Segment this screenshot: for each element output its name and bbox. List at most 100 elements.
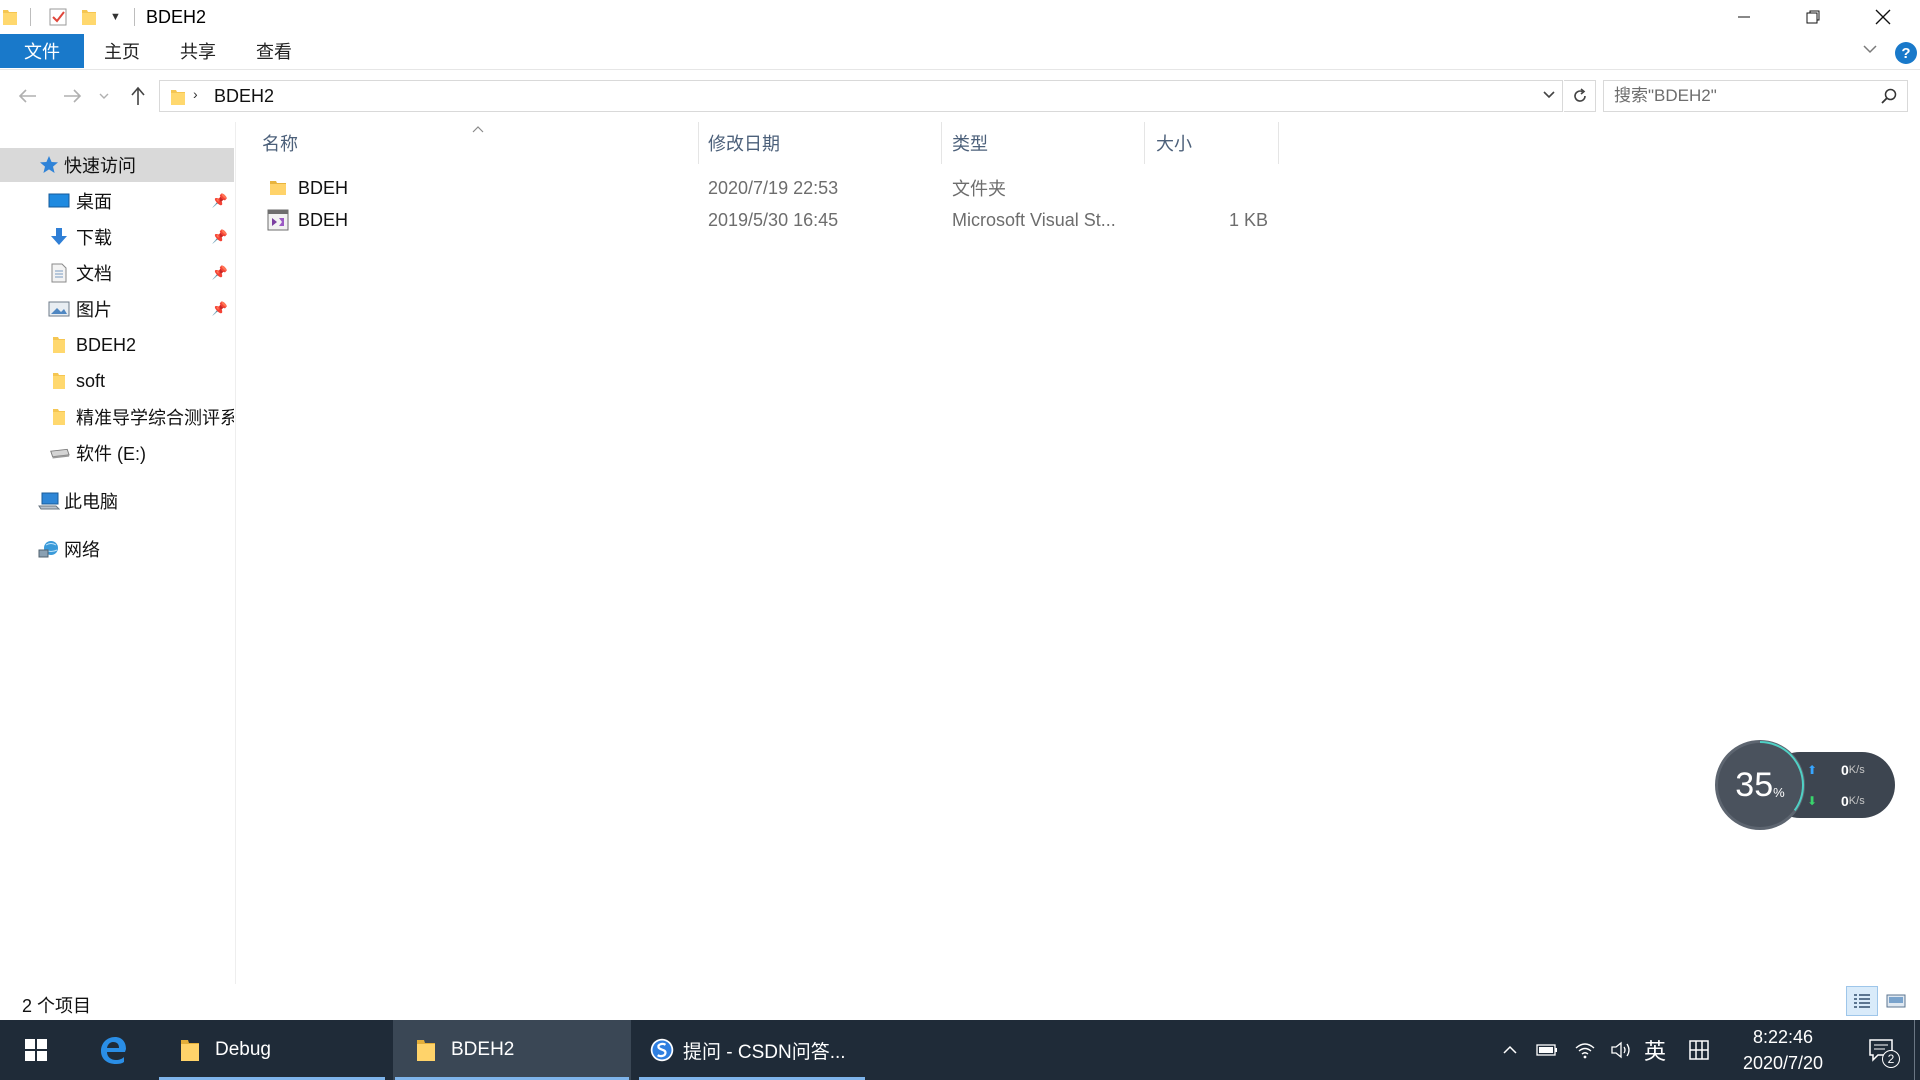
sidebar-item-this-pc[interactable]: 此电脑 <box>0 484 234 518</box>
large-icons-view-button[interactable] <box>1880 986 1912 1016</box>
taskbar-app-bdeh2[interactable]: BDEH2 <box>393 1020 631 1080</box>
sidebar-item-bdeh2[interactable]: BDEH2 <box>0 328 234 362</box>
taskbar-app-csdn[interactable]: 提问 - CSDN问答... <box>637 1020 867 1080</box>
sidebar-item-quick-access[interactable]: 快速访问 <box>0 148 234 182</box>
action-center-button[interactable]: 2 <box>1856 1020 1906 1080</box>
table-row[interactable]: BDEH 2019/5/30 16:45 Microsoft Visual St… <box>236 204 1920 236</box>
up-button[interactable] <box>124 82 152 110</box>
sidebar-item-pictures[interactable]: 图片 📌 <box>0 292 234 326</box>
folder-icon[interactable] <box>2 5 18 29</box>
taskbar-app-debug[interactable]: Debug <box>157 1020 387 1080</box>
sidebar-item-label: 软件 (E:) <box>76 444 146 464</box>
breadcrumb-current[interactable]: BDEH2 <box>214 86 274 107</box>
input-method-indicator[interactable]: 英 <box>1640 1020 1670 1080</box>
forward-button[interactable] <box>58 82 86 110</box>
sidebar-item-documents[interactable]: 文档 📌 <box>0 256 234 290</box>
customize-toolbar-dropdown-icon[interactable]: ▼ <box>110 5 121 29</box>
chevron-down-icon <box>1543 91 1555 99</box>
system-clock[interactable]: 8:22:46 2020/7/20 <box>1718 1024 1848 1076</box>
wifi-icon[interactable] <box>1568 1020 1602 1080</box>
volume-icon[interactable] <box>1604 1020 1638 1080</box>
pin-icon[interactable]: 📌 <box>212 300 228 318</box>
sidebar-item-label: BDEH2 <box>76 334 137 355</box>
refresh-button[interactable] <box>1564 80 1596 112</box>
folder-icon <box>48 370 70 392</box>
show-hidden-icons-button[interactable] <box>1496 1020 1524 1080</box>
search-input[interactable] <box>1614 85 1864 107</box>
details-view-icon <box>1854 994 1870 1008</box>
battery-icon[interactable] <box>1530 1020 1564 1080</box>
pin-icon[interactable]: 📌 <box>212 192 228 210</box>
list-column-headers: 名称 修改日期 类型 大小 <box>236 122 1920 164</box>
gauge-ring <box>1716 741 1804 829</box>
star-icon <box>38 154 60 176</box>
network-speed-widget[interactable]: ⬆ 0 K/s ⬇ 0 K/s 35 % <box>1715 740 1895 832</box>
file-name-cell[interactable]: BDEH <box>266 172 348 204</box>
details-view-button[interactable] <box>1846 986 1878 1016</box>
tab-view[interactable]: 查看 <box>246 34 302 68</box>
column-header-type[interactable]: 类型 <box>922 122 1126 164</box>
file-name: BDEH <box>298 177 349 198</box>
column-header-name[interactable]: 名称 <box>232 122 708 164</box>
restore-icon <box>1806 10 1820 24</box>
download-arrow-icon: ⬇ <box>1807 794 1818 808</box>
large-icons-view-icon <box>1886 994 1906 1008</box>
show-desktop-button[interactable] <box>1914 1020 1915 1080</box>
sidebar-item-label: 精准导学综合测评系 <box>76 408 234 428</box>
search-box[interactable] <box>1603 80 1908 112</box>
chevron-down-icon <box>99 93 109 99</box>
visual-studio-solution-icon <box>266 208 290 232</box>
column-header-date[interactable]: 修改日期 <box>678 122 922 164</box>
table-row[interactable]: BDEH 2020/7/19 22:53 文件夹 <box>236 172 1920 204</box>
ime-mode-icon[interactable] <box>1682 1020 1716 1080</box>
file-name-cell[interactable]: BDEH <box>266 204 348 236</box>
title-bar: ▼ BDEH2 <box>0 0 1920 34</box>
item-count: 2 个项目 <box>22 996 92 1016</box>
edge-browser-button[interactable] <box>80 1020 146 1080</box>
restore-button[interactable] <box>1778 0 1848 34</box>
help-icon[interactable]: ? <box>1895 42 1917 64</box>
tab-share[interactable]: 共享 <box>170 34 226 68</box>
sidebar-item-soft[interactable]: soft <box>0 364 234 398</box>
back-button[interactable] <box>14 82 42 110</box>
column-header-size[interactable]: 大小 <box>1126 122 1258 164</box>
sidebar-item-label: 桌面 <box>76 192 112 212</box>
sidebar-item-desktop[interactable]: 桌面 📌 <box>0 184 234 218</box>
sidebar-item-downloads[interactable]: 下载 📌 <box>0 220 234 254</box>
breadcrumb-separator-icon[interactable]: › <box>193 86 198 102</box>
address-bar[interactable]: › BDEH2 <box>159 80 1563 112</box>
windows-logo-icon <box>25 1039 47 1061</box>
drive-icon <box>48 442 70 464</box>
tab-home[interactable]: 主页 <box>94 34 150 68</box>
tab-file[interactable]: 文件 <box>0 34 84 68</box>
sidebar-item-network[interactable]: 网络 <box>0 532 234 566</box>
address-history-button[interactable] <box>1542 87 1556 103</box>
pin-icon[interactable]: 📌 <box>212 228 228 246</box>
properties-icon[interactable] <box>48 5 68 29</box>
file-type: Microsoft Visual St... <box>952 209 1116 230</box>
network-icon <box>38 538 60 560</box>
memory-usage-gauge[interactable]: 35 % <box>1715 740 1805 830</box>
close-button[interactable] <box>1848 0 1918 34</box>
column-divider[interactable] <box>1278 122 1279 164</box>
download-speed-unit: K/s <box>1848 795 1865 807</box>
sidebar-item-drive-e[interactable]: 软件 (E:) <box>0 436 234 470</box>
minimize-button[interactable] <box>1709 0 1779 34</box>
clock-time: 8:22:46 <box>1752 1027 1814 1047</box>
folder-icon <box>170 88 186 111</box>
new-folder-icon[interactable] <box>80 5 98 29</box>
folder-icon <box>48 406 70 428</box>
recent-locations-button[interactable] <box>96 82 112 110</box>
clock-date: 2020/7/20 <box>1742 1053 1824 1073</box>
arrow-right-icon <box>64 89 82 103</box>
download-speed-value: 0 <box>1841 793 1849 809</box>
sidebar-item-assessment-folder[interactable]: 精准导学综合测评系 <box>0 400 234 434</box>
search-icon[interactable] <box>1880 87 1898 110</box>
expand-ribbon-chevron-icon[interactable] <box>1862 42 1878 58</box>
upload-speed-unit: K/s <box>1848 764 1865 776</box>
sidebar-item-label: 文档 <box>76 264 112 284</box>
start-button[interactable] <box>0 1020 72 1080</box>
edge-icon <box>101 1037 126 1064</box>
pin-icon[interactable]: 📌 <box>212 264 228 282</box>
status-bar: 2 个项目 <box>0 984 1920 1020</box>
